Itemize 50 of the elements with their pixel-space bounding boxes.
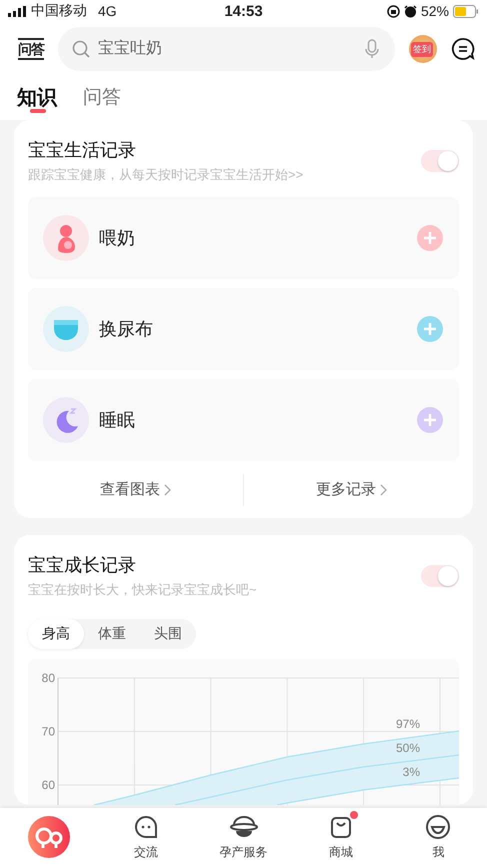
toggle-switch[interactable] (421, 150, 459, 172)
add-icon[interactable] (417, 225, 443, 251)
carrier-name: 中国移动 (31, 2, 87, 20)
percentile-label: 3% (402, 765, 420, 779)
axis-tick-label: 80 (42, 671, 55, 685)
axis-tick-label: 60 (42, 778, 55, 792)
percentile-label: 50% (396, 741, 420, 755)
toggle-switch[interactable] (421, 565, 459, 587)
app-logo-icon (28, 816, 70, 858)
signal-icon (8, 6, 26, 16)
feeding-icon (43, 215, 89, 261)
segment-tab[interactable]: 头围 (140, 619, 196, 649)
alarm-clock-icon (404, 4, 417, 18)
add-icon[interactable] (417, 316, 443, 342)
battery-percentage: 52% (420, 3, 449, 19)
clock-time: 14:53 (224, 2, 263, 20)
record-item[interactable]: 喂奶 (28, 197, 459, 279)
percentile-label: 97% (396, 717, 420, 731)
segment-tab[interactable]: 身高 (28, 619, 84, 649)
battery-icon (453, 4, 479, 18)
message-icon[interactable] (451, 36, 475, 60)
diaper-icon (43, 306, 89, 352)
record-label: 睡眠 (99, 409, 136, 432)
rotation-lock-icon (386, 4, 400, 18)
tab[interactable]: 知识 (17, 75, 57, 111)
card-title: 宝宝生活记录 (28, 139, 137, 162)
nav-item[interactable]: 交流 (97, 813, 195, 861)
nav-item[interactable]: 商城 (292, 813, 390, 861)
axis-tick-label: 70 (42, 724, 55, 738)
record-label: 换尿布 (99, 318, 154, 341)
chevron-right-icon (164, 484, 171, 496)
card-subtitle: 宝宝在按时长大，快来记录宝宝成长吧~ (28, 581, 257, 599)
card-title: 宝宝成长记录 (28, 554, 137, 577)
add-icon[interactable] (417, 407, 443, 433)
link-button[interactable]: 更多记录 (244, 479, 459, 500)
nav-item[interactable]: 我 (390, 813, 487, 861)
app-logo[interactable]: 问答 (18, 38, 44, 60)
tab[interactable]: 问答 (83, 75, 121, 111)
network-type: 4G (98, 3, 117, 19)
segment-tab[interactable]: 体重 (84, 619, 140, 649)
record-item[interactable]: 换尿布 (28, 288, 459, 370)
search-field[interactable]: 宝宝吐奶 (58, 26, 395, 70)
sleep-icon (43, 397, 89, 443)
nav-item[interactable]: 孕产服务 (194, 813, 292, 861)
record-item[interactable]: 睡眠 (28, 379, 459, 461)
chevron-right-icon (380, 484, 387, 496)
record-label: 喂奶 (99, 227, 136, 250)
microphone-icon[interactable] (365, 38, 379, 58)
link-button[interactable]: 查看图表 (28, 479, 243, 500)
smiley-face-icon (424, 813, 452, 841)
